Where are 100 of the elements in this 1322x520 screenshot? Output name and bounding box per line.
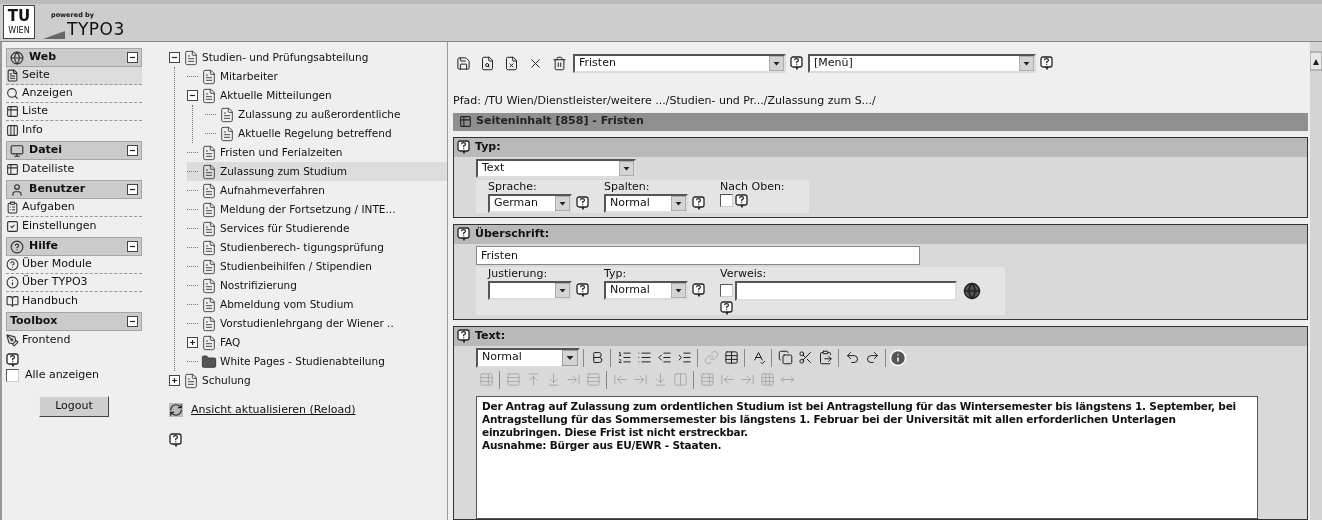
collapse-icon[interactable] [127,316,138,327]
module-item[interactable]: Liste [6,103,142,121]
checkbox[interactable] [720,194,733,207]
page-icon [201,144,217,161]
select-field[interactable] [488,280,572,300]
module-item[interactable]: Info [6,121,142,139]
module-item[interactable]: Einstellungen [6,217,142,235]
clipboard-icon [6,201,19,214]
expand-icon[interactable] [169,375,180,386]
tree-item[interactable]: Aktuelle Mitteilungen [220,87,332,104]
help-icon[interactable] [169,432,183,447]
collapse-icon[interactable] [127,145,138,156]
select-field[interactable]: Normal [604,193,688,213]
page-icon [201,87,217,104]
tree-item[interactable]: Nostrifizierung [220,277,297,294]
expand-icon[interactable] [187,337,198,348]
help-icon[interactable] [576,283,590,297]
help-icon[interactable] [457,227,471,241]
module-header[interactable]: Hilfe [6,237,142,256]
tree-item[interactable]: Mitarbeiter [220,68,278,85]
help-icon[interactable] [6,353,20,367]
link-field[interactable] [735,280,957,301]
page-icon [201,296,217,313]
checkbox[interactable] [6,368,19,382]
logo-subtext: WIEN [8,26,30,36]
help-icon[interactable] [692,283,706,297]
dropdown-arrow-icon[interactable] [769,55,784,71]
module-header[interactable]: Benutzer [6,180,142,199]
headline-field[interactable]: Fristen [476,245,920,265]
module-item[interactable]: Anzeigen [6,85,142,103]
tree-item[interactable]: Zulassung zu außerordentliche [238,106,401,123]
dropdown-arrow-icon[interactable] [671,282,686,298]
tree-item[interactable]: Abmeldung vom Studium [220,296,354,313]
help-icon[interactable] [692,196,706,210]
tree-item[interactable]: Aktuelle Regelung betreffend [238,125,392,142]
tree-item[interactable]: Meldung der Fortsetzung / INTE... [220,201,396,218]
module-item[interactable]: Über Module [6,256,142,274]
help-icon[interactable] [457,329,471,343]
page-icon [201,68,217,85]
help-icon[interactable] [1040,56,1054,70]
tree-item[interactable]: Aufnahmeverfahren [220,182,325,199]
page-icon [183,372,199,389]
monitor-icon [10,143,24,158]
menu-select[interactable]: [Menü] [808,53,1036,73]
module-item[interactable]: Dateiliste [6,160,142,178]
module-item[interactable]: Seite [6,67,142,85]
checkbox-label: Alle anzeigen [25,367,99,383]
module-header[interactable]: Toolbox [6,312,142,331]
help-icon[interactable] [720,300,734,315]
logo-wedge-icon [43,29,65,39]
logout-button[interactable]: Logout [39,395,109,417]
text-editor[interactable] [476,395,1258,519]
info-icon[interactable] [889,348,907,367]
help-icon[interactable] [457,140,471,154]
module-header[interactable]: Datei [6,141,142,160]
dropdown-arrow-icon[interactable] [1019,55,1034,71]
dropdown-arrow-icon[interactable] [555,282,570,298]
collapse-icon[interactable] [127,52,138,63]
tree-item[interactable]: FAQ [220,334,241,351]
type-select[interactable]: Text [476,158,636,178]
tree-item[interactable]: Studien- und Prüfungsabteilung [202,49,369,66]
module-item[interactable]: Aufgaben [6,199,142,217]
tree-item[interactable]: Studienberech- tigungsprüfung [220,239,384,256]
collapse-icon[interactable] [169,52,180,63]
bullet-list-icon [636,350,652,365]
dropdown-arrow-icon[interactable] [555,195,570,211]
page-icon [201,182,217,199]
select-field[interactable]: Normal [604,280,688,300]
dropdown-arrow-icon[interactable] [619,160,634,176]
tree-item[interactable]: Schulung [202,372,251,389]
dropdown-arrow-icon[interactable] [671,195,686,211]
content-icon [459,115,472,128]
record-select[interactable]: Fristen [573,53,786,73]
tree-item[interactable]: Studienbeihilfen / Stipendien [220,258,372,275]
dropdown-arrow-icon[interactable] [562,349,578,366]
module-item[interactable]: Frontend [6,331,142,349]
tree-item[interactable]: Fristen und Ferialzeiten [220,144,343,161]
tree-item[interactable]: White Pages - Studienabteilung [220,353,385,370]
reload-link[interactable]: Ansicht aktualisieren (Reload) [191,402,356,419]
scrollbar-drawing[interactable] [1310,42,1322,520]
collapse-icon[interactable] [187,90,198,101]
reload-icon[interactable] [169,403,183,418]
tree-item[interactable]: Vorstudienlehrgang der Wiener .. [220,315,394,332]
checkbox-icon [6,219,19,233]
module-item[interactable]: Handbuch [6,292,142,310]
split-row-icon [585,372,601,387]
help-icon[interactable] [735,193,749,208]
tree-item[interactable]: Services für Studierende [220,220,350,237]
page-icon [201,334,217,351]
module-header[interactable]: Web [6,48,142,67]
checkbox[interactable] [720,284,733,297]
page-icon [201,277,217,294]
collapse-icon[interactable] [127,184,138,195]
help-icon[interactable] [790,56,804,70]
select-field[interactable]: German [488,193,572,213]
globe-link-icon[interactable] [963,281,981,300]
module-item[interactable]: Über TYPO3 [6,274,142,292]
help-icon[interactable] [576,196,590,210]
style-select[interactable]: Normal [476,347,580,368]
collapse-icon[interactable] [127,241,138,252]
